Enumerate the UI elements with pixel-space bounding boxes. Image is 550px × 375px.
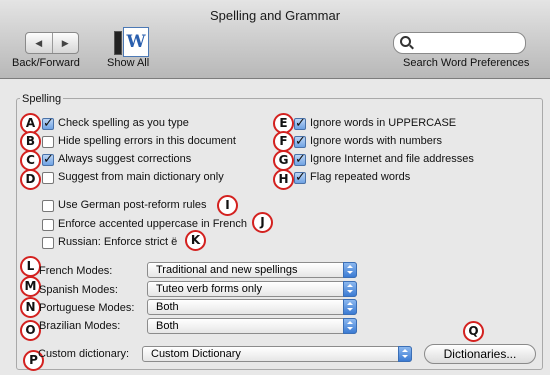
popup-arrows-icon bbox=[343, 299, 357, 315]
back-forward-label: Back/Forward bbox=[12, 57, 80, 69]
marker-q: Q bbox=[463, 321, 484, 342]
german-rules-label: Use German post-reform rules bbox=[58, 199, 207, 211]
preferences-window: Spelling and Grammar ◀ ▶ Back/Forward W … bbox=[0, 0, 550, 375]
popup-arrows-icon bbox=[343, 281, 357, 297]
marker-k: K bbox=[185, 230, 206, 251]
search-field[interactable] bbox=[393, 32, 526, 54]
marker-j: J bbox=[252, 212, 273, 233]
forward-arrow-icon: ▶ bbox=[61, 37, 69, 48]
marker-i: I bbox=[217, 195, 238, 216]
brazilian-modes-label: Brazilian Modes: bbox=[39, 320, 121, 332]
flag-repeated-label: Flag repeated words bbox=[310, 171, 411, 183]
french-modes-label: French Modes: bbox=[39, 265, 113, 277]
portuguese-modes-value: Both bbox=[156, 301, 179, 313]
word-app-icon: W bbox=[123, 27, 149, 57]
show-all-button[interactable]: W bbox=[114, 27, 149, 57]
ignore-numbers-checkbox[interactable] bbox=[294, 133, 306, 149]
ignore-internet-label: Ignore Internet and file addresses bbox=[310, 153, 474, 165]
popup-arrows-icon bbox=[343, 262, 357, 278]
marker-o: O bbox=[20, 320, 41, 341]
custom-dictionary-label: Custom dictionary: bbox=[38, 348, 130, 360]
hide-errors-label: Hide spelling errors in this document bbox=[58, 135, 236, 147]
dictionaries-button[interactable]: Dictionaries... bbox=[424, 344, 536, 364]
always-suggest-checkbox[interactable] bbox=[42, 151, 54, 167]
marker-n: N bbox=[20, 297, 41, 318]
french-modes-popup[interactable]: Traditional and new spellings bbox=[147, 262, 357, 278]
search-icon bbox=[400, 36, 411, 47]
russian-strict-checkbox[interactable] bbox=[42, 237, 54, 249]
custom-dictionary-popup[interactable]: Custom Dictionary bbox=[142, 346, 412, 362]
marker-b: B bbox=[20, 131, 41, 152]
russian-strict-label: Russian: Enforce strict ë bbox=[58, 236, 178, 248]
hide-errors-checkbox[interactable] bbox=[42, 136, 54, 148]
ignore-uppercase-label: Ignore words in UPPERCASE bbox=[310, 117, 457, 129]
forward-button[interactable]: ▶ bbox=[53, 33, 79, 53]
check-spelling-checkbox[interactable] bbox=[42, 115, 54, 131]
french-modes-value: Traditional and new spellings bbox=[156, 264, 298, 276]
back-forward-control[interactable]: ◀ ▶ bbox=[25, 32, 79, 54]
spanish-modes-value: Tuteo verb forms only bbox=[156, 283, 262, 295]
marker-m: M bbox=[20, 276, 41, 297]
search-label: Search Word Preferences bbox=[403, 57, 530, 69]
popup-arrows-icon bbox=[398, 346, 412, 362]
main-dictionary-checkbox[interactable] bbox=[42, 172, 54, 184]
marker-d: D bbox=[20, 169, 41, 190]
marker-l: L bbox=[20, 256, 41, 277]
show-all-label: Show All bbox=[107, 57, 150, 69]
popup-arrows-icon bbox=[343, 318, 357, 334]
spelling-section-label: Spelling bbox=[20, 93, 64, 105]
flag-repeated-checkbox[interactable] bbox=[294, 169, 306, 185]
back-arrow-icon: ◀ bbox=[35, 37, 43, 48]
ignore-uppercase-checkbox[interactable] bbox=[294, 115, 306, 131]
portuguese-modes-label: Portuguese Modes: bbox=[39, 302, 135, 314]
ignore-internet-checkbox[interactable] bbox=[294, 151, 306, 167]
spanish-modes-label: Spanish Modes: bbox=[39, 284, 118, 296]
back-button[interactable]: ◀ bbox=[26, 33, 53, 53]
brazilian-modes-value: Both bbox=[156, 320, 179, 332]
spanish-modes-popup[interactable]: Tuteo verb forms only bbox=[147, 281, 357, 297]
marker-c: C bbox=[20, 150, 41, 171]
ignore-numbers-label: Ignore words with numbers bbox=[310, 135, 443, 147]
german-rules-checkbox[interactable] bbox=[42, 200, 54, 212]
main-dictionary-label: Suggest from main dictionary only bbox=[58, 171, 224, 183]
custom-dictionary-value: Custom Dictionary bbox=[151, 348, 241, 360]
accented-french-checkbox[interactable] bbox=[42, 219, 54, 231]
window-title: Spelling and Grammar bbox=[209, 8, 341, 23]
check-spelling-label: Check spelling as you type bbox=[58, 117, 189, 129]
brazilian-modes-popup[interactable]: Both bbox=[147, 318, 357, 334]
accented-french-label: Enforce accented uppercase in French bbox=[58, 218, 247, 230]
show-all-bar-icon bbox=[114, 31, 122, 55]
always-suggest-label: Always suggest corrections bbox=[58, 153, 192, 165]
toolbar: Spelling and Grammar ◀ ▶ Back/Forward W … bbox=[0, 0, 550, 79]
portuguese-modes-popup[interactable]: Both bbox=[147, 299, 357, 315]
marker-h: H bbox=[273, 169, 294, 190]
marker-f: F bbox=[273, 131, 294, 152]
marker-g: G bbox=[273, 150, 294, 171]
